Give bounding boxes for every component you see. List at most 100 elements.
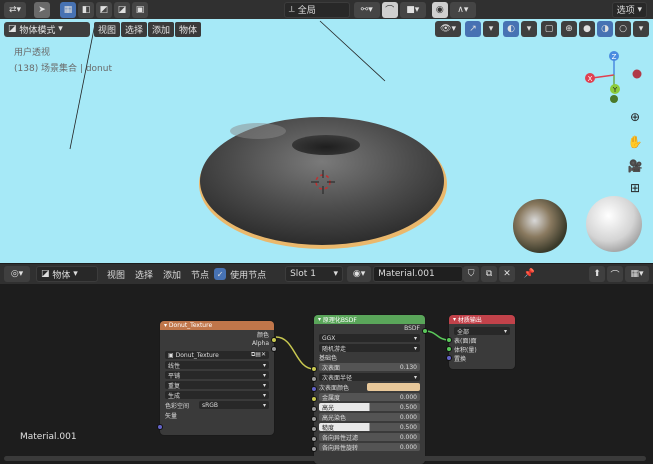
vp-menu-select[interactable]: 选择: [121, 21, 148, 37]
output-node-header[interactable]: ▾ 材质输出: [449, 315, 515, 324]
slot-dropdown[interactable]: Slot 1 ▾: [285, 266, 344, 282]
use-nodes-checkbox[interactable]: ✓: [214, 268, 227, 280]
specular-tint-slider[interactable]: 高光染色 0.000: [314, 412, 425, 422]
volume-socket[interactable]: [446, 346, 452, 352]
output-target-dropdown[interactable]: 全部 ▾: [449, 326, 515, 336]
shading-solid-icon[interactable]: ●: [579, 21, 595, 37]
snap-node-icon[interactable]: ⌒: [607, 266, 623, 282]
overlay-dropdown-icon[interactable]: ▾: [521, 21, 537, 37]
parent-node-tree-icon[interactable]: ⬆: [589, 266, 605, 282]
vp-menu-object[interactable]: 物体: [175, 21, 202, 37]
node-editor-canvas[interactable]: ▾ Donut_Texture 颜色 Alpha ▣ Donut_Texture…: [0, 284, 653, 464]
subsurface-radius-dropdown[interactable]: 次表面半径 ▾: [314, 372, 425, 382]
visibility-eye-icon[interactable]: 👁▾: [435, 21, 461, 37]
metallic-socket[interactable]: [311, 406, 317, 412]
select-invert-icon[interactable]: ◪: [114, 1, 130, 18]
object-type-dropdown[interactable]: ◪ 物体 ▾: [36, 266, 98, 282]
subsurface-method-dropdown[interactable]: 随机游走 ▾: [314, 343, 425, 353]
mode-dropdown[interactable]: ◪ 物体模式 ▾: [4, 21, 90, 37]
specular-tint-socket[interactable]: [311, 426, 317, 432]
transform-pivot-icon[interactable]: ⇄▾: [4, 1, 26, 18]
specular-socket[interactable]: [311, 416, 317, 422]
fake-user-shield-icon[interactable]: ⛉: [463, 266, 480, 282]
viewport-header: ◪ 物体模式 ▾ 视图 选择 添加 物体 👁▾ ↗ ▾ ◐ ▾ ▢ ⊕ ● ◑ …: [0, 19, 653, 39]
falloff-curve-icon[interactable]: ∧▾: [449, 1, 476, 18]
shading-dropdown-icon[interactable]: ▾: [633, 21, 649, 37]
subsurface-slider[interactable]: 次表面 0.130: [314, 362, 425, 372]
xray-toggle-icon[interactable]: ▢: [541, 21, 557, 37]
base-color-socket[interactable]: [311, 366, 317, 372]
bsdf-output-socket[interactable]: [422, 328, 428, 334]
vp-menu-view[interactable]: 视图: [94, 21, 121, 37]
options-dropdown[interactable]: 选项 ▾: [611, 1, 647, 18]
select-subtract-icon[interactable]: ◩: [96, 1, 112, 18]
shading-rendered-icon[interactable]: ○: [615, 21, 631, 37]
duplicate-material-icon[interactable]: ⧉: [481, 266, 498, 282]
image-vector-socket[interactable]: [157, 424, 163, 430]
output-input-displacement: 置换: [454, 356, 467, 363]
roughness-socket[interactable]: [311, 436, 317, 442]
select-cursor-icon[interactable]: ➤: [34, 1, 50, 18]
select-extend-icon[interactable]: ◧: [78, 1, 94, 18]
subsurface-socket[interactable]: [311, 376, 317, 382]
specular-slider[interactable]: 高光 0.500: [314, 402, 425, 412]
extension-dropdown[interactable]: 重复 ▾: [160, 380, 274, 390]
overlay-toggle-icon[interactable]: ◐: [503, 21, 519, 37]
ne-menu-select[interactable]: 选择: [135, 268, 153, 281]
shading-material-icon[interactable]: ◑: [597, 21, 613, 37]
interpolation-dropdown[interactable]: 线性 ▾: [160, 360, 274, 370]
snap-magnet-icon[interactable]: ⌒: [381, 1, 398, 18]
svg-text:Z: Z: [612, 53, 617, 61]
snap-dropdown-icon[interactable]: ▦▾: [625, 266, 649, 282]
surface-socket[interactable]: [446, 337, 452, 343]
anisotropic-rotation-slider[interactable]: 各向异性旋转 0.000: [314, 442, 425, 452]
source-dropdown[interactable]: 生成 ▾: [160, 390, 274, 400]
pin-icon[interactable]: 📌: [521, 266, 537, 282]
roughness-slider[interactable]: 糙度 0.500: [314, 422, 425, 432]
zoom-icon[interactable]: ⊕: [626, 108, 644, 126]
select-box-mode-icon[interactable]: ▦: [60, 1, 76, 18]
snap-target-icon[interactable]: ■▾: [399, 1, 426, 18]
colorspace-dropdown[interactable]: sRGB ▾: [198, 401, 269, 409]
vp-menu-add[interactable]: 添加: [148, 21, 175, 37]
shading-wireframe-icon[interactable]: ⊕: [561, 21, 577, 37]
image-node-header[interactable]: ▾ Donut_Texture: [160, 321, 274, 330]
material-name-field[interactable]: Material.001: [373, 266, 464, 282]
principled-bsdf-node[interactable]: ▾ 原理化BSDF BSDF GGX ▾ 随机游走 ▾ 基础色 次表面 0.130 次…: [314, 315, 425, 464]
image-texture-node[interactable]: ▾ Donut_Texture 颜色 Alpha ▣ Donut_Texture…: [160, 321, 274, 435]
subsurface-radius-socket[interactable]: [311, 386, 317, 392]
image-color-socket[interactable]: [271, 337, 277, 343]
gizmo-toggle-icon[interactable]: ↗: [465, 21, 481, 37]
anisotropic-slider[interactable]: 各向异性过滤 0.000: [314, 432, 425, 442]
pan-hand-icon[interactable]: ✋: [626, 133, 644, 151]
subsurface-color-socket[interactable]: [311, 396, 317, 402]
image-alpha-socket[interactable]: [271, 346, 277, 352]
anisotropic-socket[interactable]: [311, 446, 317, 452]
unlink-material-icon[interactable]: ✕: [499, 266, 516, 282]
material-browse-icon[interactable]: ◉▾: [347, 266, 372, 282]
gizmo-dropdown-icon[interactable]: ▾: [483, 21, 499, 37]
pivot-point-icon[interactable]: ⚯▾: [353, 1, 380, 18]
ne-menu-node[interactable]: 节点: [191, 268, 209, 281]
ortho-grid-icon[interactable]: ⊞: [626, 179, 644, 197]
projection-dropdown[interactable]: 平铺 ▾: [160, 370, 274, 380]
output-input-surface: 表(面)面: [454, 338, 477, 345]
proportional-edit-icon[interactable]: ◉: [431, 1, 448, 18]
subsurface-color-swatch[interactable]: [367, 383, 420, 391]
ne-menu-add[interactable]: 添加: [163, 268, 181, 281]
horizontal-scrollbar[interactable]: [4, 456, 646, 461]
distribution-dropdown[interactable]: GGX ▾: [314, 333, 425, 343]
bsdf-node-header[interactable]: ▾ 原理化BSDF: [314, 315, 425, 324]
select-intersect-icon[interactable]: ▣: [132, 1, 148, 18]
metallic-slider[interactable]: 金属度 0.000: [314, 392, 425, 402]
camera-view-icon[interactable]: 🎥: [626, 157, 644, 175]
editor-type-icon[interactable]: ◎▾: [4, 266, 30, 282]
3d-viewport[interactable]: Z X Y ◪ 物体模式 ▾ 视图 选择 添加 物体 👁▾ ↗ ▾ ◐ ▾ ▢ …: [0, 19, 653, 263]
image-datablock-row[interactable]: ▣ Donut_Texture ⧉▤✕: [160, 350, 274, 360]
displacement-socket[interactable]: [446, 355, 452, 361]
material-output-node[interactable]: ▾ 材质输出 全部 ▾ 表(面)面 体积(量) 置换: [449, 315, 515, 369]
transform-orientation-dropdown[interactable]: ⟂ 全局: [283, 1, 350, 18]
bsdf-output: BSDF: [404, 325, 420, 332]
image-datablock-name: Donut_Texture: [175, 351, 219, 359]
ne-menu-view[interactable]: 视图: [107, 268, 125, 281]
